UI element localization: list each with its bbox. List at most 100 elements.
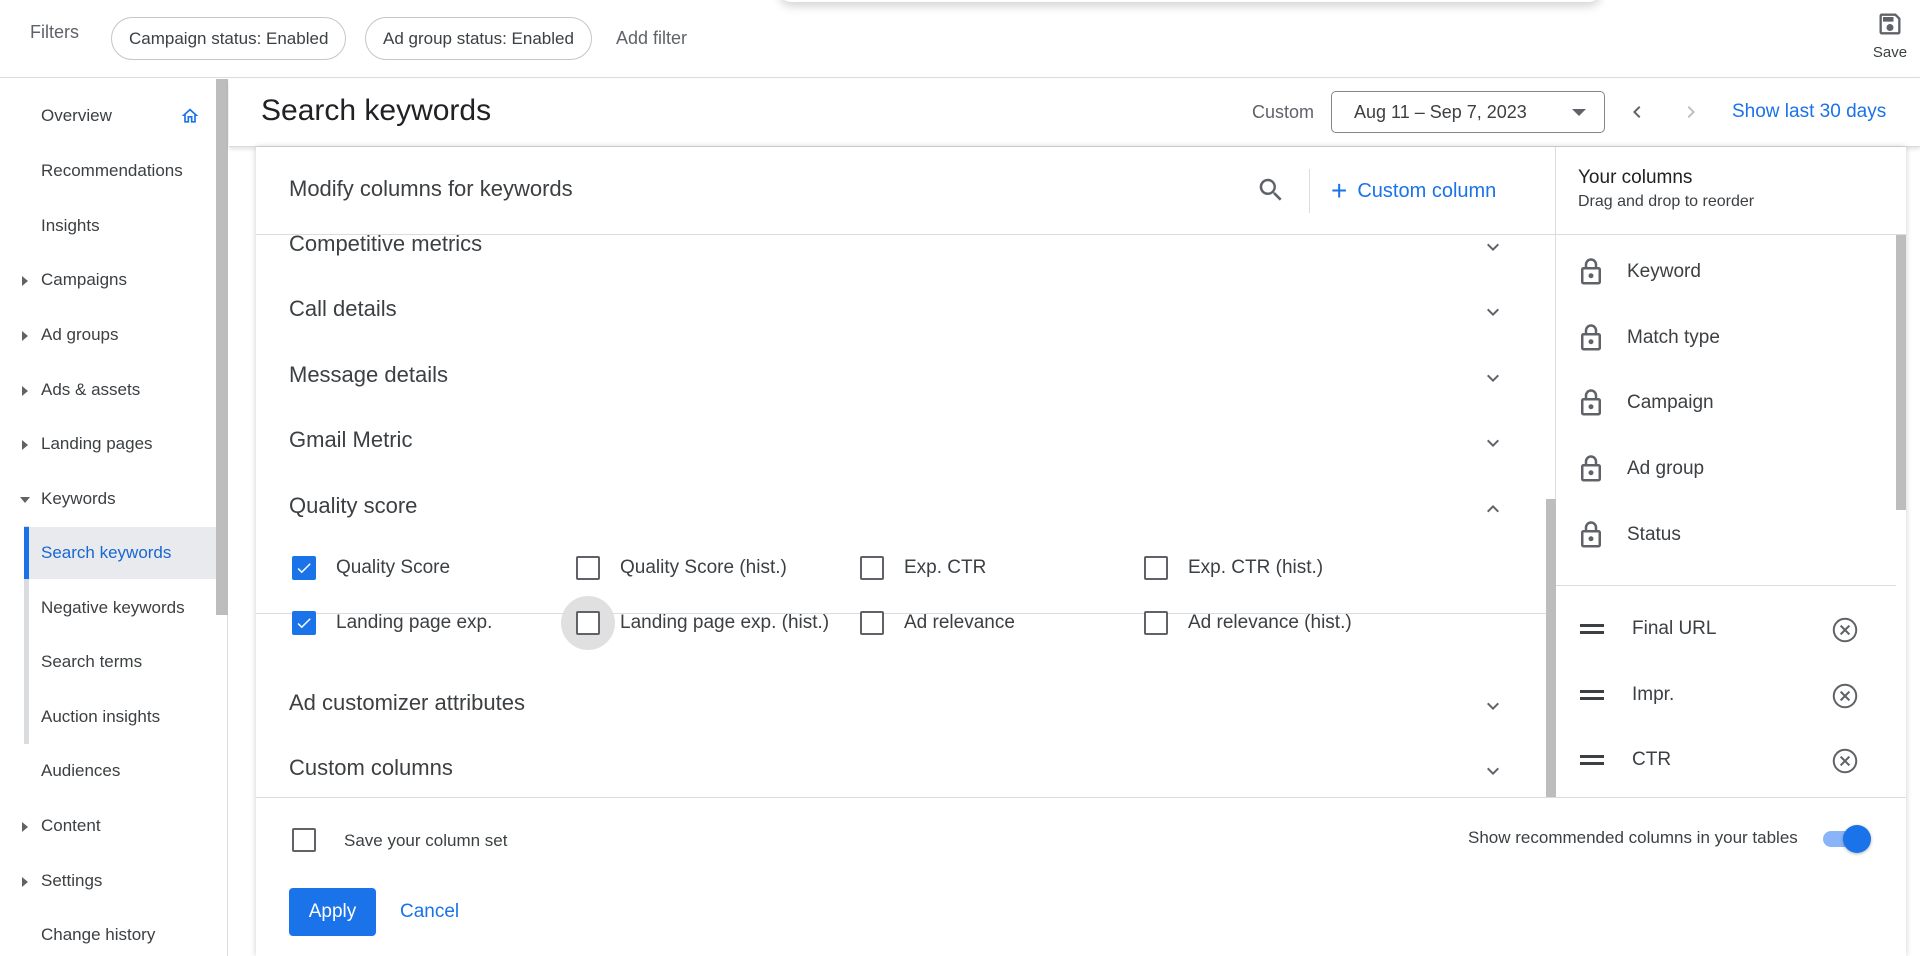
sidebar-item-search-keywords[interactable]: Search keywords <box>24 527 216 579</box>
chevron-down-icon <box>1487 767 1499 775</box>
chevron-down-icon <box>1487 243 1499 251</box>
sidebar-item-label: Search keywords <box>41 543 172 562</box>
previous-period-icon[interactable] <box>1625 100 1649 124</box>
section-gmail-metric[interactable]: Gmail Metric <box>256 409 1546 474</box>
save-button[interactable]: Save <box>1862 10 1918 61</box>
checkbox-box[interactable] <box>292 828 316 852</box>
drag-handle-icon[interactable] <box>1580 688 1604 702</box>
sidebar-item-content[interactable]: Content <box>0 800 216 852</box>
caret-right-icon <box>22 331 28 341</box>
your-columns-scrollbar[interactable] <box>1896 235 1906 510</box>
sidebar-item-ad-groups[interactable]: Ad groups <box>0 309 216 361</box>
lock-icon <box>1581 455 1601 482</box>
page-header: Search keywords Custom Aug 11 – Sep 7, 2… <box>229 79 1920 147</box>
sidebar-item-campaigns[interactable]: Campaigns <box>0 254 216 306</box>
add-filter-button[interactable]: Add filter <box>616 28 687 49</box>
sidebar-item-label: Content <box>41 816 101 835</box>
column-label: Match type <box>1627 327 1720 348</box>
checkbox-label: Landing page exp. <box>336 612 493 633</box>
checkbox-label: Quality Score (hist.) <box>620 557 787 578</box>
sidebar-item-negative-keywords[interactable]: Negative keywords <box>24 582 216 634</box>
checkbox-box[interactable] <box>1144 611 1168 635</box>
filter-chip-campaign-status[interactable]: Campaign status: Enabled <box>111 17 347 60</box>
section-label: Gmail Metric <box>289 427 413 452</box>
check-icon <box>297 563 311 574</box>
checkbox-box[interactable] <box>576 611 600 635</box>
date-range-select[interactable]: Aug 11 – Sep 7, 2023 <box>1331 91 1605 133</box>
column-label: Status <box>1627 524 1681 545</box>
filter-chip-ad-group-status[interactable]: Ad group status: Enabled <box>365 17 592 60</box>
checkbox-box[interactable] <box>1144 556 1168 580</box>
modal-title: Modify columns for keywords <box>289 176 573 201</box>
sidebar-item-insights[interactable]: Insights <box>0 200 216 252</box>
remove-circle-icon[interactable] <box>1830 746 1860 776</box>
drag-handle-icon[interactable] <box>1580 753 1604 767</box>
your-columns-header: Your columns Drag and drop to reorder <box>1556 147 1906 235</box>
sidebar-item-recommendations[interactable]: Recommendations <box>0 145 216 197</box>
movable-column-ctr[interactable]: CTR <box>1556 733 1896 787</box>
section-label: Competitive metrics <box>289 235 483 256</box>
movable-column-impr[interactable]: Impr. <box>1556 668 1896 722</box>
checkbox-box[interactable] <box>292 556 316 580</box>
custom-column-label: Custom column <box>1357 180 1497 202</box>
checkbox-box[interactable] <box>860 556 884 580</box>
show-recommended-toggle[interactable] <box>1821 825 1871 853</box>
locked-divider <box>1556 585 1896 586</box>
sidebar-item-label: Overview <box>41 106 112 125</box>
movable-column-final-url[interactable]: Final URL <box>1556 602 1896 656</box>
column-categories: Modify columns for keywords + Custom colu… <box>256 147 1556 797</box>
sidebar-scrollbar[interactable] <box>216 79 228 615</box>
sidebar-item-label: Ads & assets <box>41 380 141 399</box>
page-title: Search keywords <box>261 94 492 127</box>
section-competitive-metrics[interactable]: Competitive metrics <box>256 235 1546 278</box>
save-label: Save <box>1872 44 1908 61</box>
show-last-30-days-link[interactable]: Show last 30 days <box>1732 101 1886 123</box>
categories-scrollbar[interactable] <box>1546 499 1556 797</box>
sidebar-item-label: Audiences <box>41 761 121 780</box>
custom-column-button[interactable]: + Custom column <box>1331 175 1496 207</box>
header-divider <box>1309 169 1310 213</box>
section-quality-score[interactable]: Quality score <box>256 475 1546 540</box>
checkbox-box[interactable] <box>860 611 884 635</box>
sidebar-item-keywords[interactable]: Keywords <box>0 473 216 525</box>
your-columns-title: Your columns <box>1578 167 1693 188</box>
chevron-down-icon <box>1487 702 1499 710</box>
chevron-up-icon <box>1487 505 1499 513</box>
sidebar-item-settings[interactable]: Settings <box>0 855 216 907</box>
search-icon[interactable] <box>1256 175 1286 205</box>
modify-columns-panel: Modify columns for keywords + Custom colu… <box>256 147 1906 956</box>
checkbox-box[interactable] <box>292 611 316 635</box>
checkbox-label: Save your column set <box>344 831 508 850</box>
sidebar-item-label: Landing pages <box>41 434 153 453</box>
checkbox-box[interactable] <box>576 556 600 580</box>
checkbox-label: Landing page exp. (hist.) <box>620 612 830 633</box>
section-custom-columns[interactable]: Custom columns <box>256 737 1546 797</box>
sidebar-item-change-history[interactable]: Change history <box>0 909 216 956</box>
section-message-details[interactable]: Message details <box>256 344 1546 409</box>
sidebar-item-label: Settings <box>41 871 103 890</box>
sidebar-item-overview[interactable]: Overview <box>0 90 216 142</box>
locked-column-status: Status <box>1556 508 1896 562</box>
caret-right-icon <box>22 440 28 450</box>
sidebar-item-search-terms[interactable]: Search terms <box>24 636 216 688</box>
section-label: Quality score <box>289 493 418 518</box>
locked-column-ad-group: Ad group <box>1556 442 1896 496</box>
section-ad-customizer-attributes[interactable]: Ad customizer attributes <box>256 672 1546 737</box>
section-call-details[interactable]: Call details <box>256 278 1546 343</box>
sidebar-item-label: Campaigns <box>41 270 127 289</box>
modal-footer: Save your column set Show recommended co… <box>256 797 1906 956</box>
drag-handle-icon[interactable] <box>1580 622 1604 636</box>
cancel-button[interactable]: Cancel <box>400 888 459 936</box>
remove-circle-icon[interactable] <box>1830 615 1860 645</box>
chevron-down-icon <box>1487 308 1499 316</box>
date-range-type: Custom <box>1252 102 1315 122</box>
sidebar-item-audiences[interactable]: Audiences <box>0 745 216 797</box>
plus-icon: + <box>1331 175 1348 206</box>
next-period-icon[interactable] <box>1679 100 1703 124</box>
remove-circle-icon[interactable] <box>1830 681 1860 711</box>
apply-button[interactable]: Apply <box>289 888 376 936</box>
sidebar-item-label: Ad groups <box>41 325 119 344</box>
sidebar-item-ads-assets[interactable]: Ads & assets <box>0 364 216 416</box>
sidebar-item-auction-insights[interactable]: Auction insights <box>24 691 216 743</box>
sidebar-item-landing-pages[interactable]: Landing pages <box>0 418 216 470</box>
